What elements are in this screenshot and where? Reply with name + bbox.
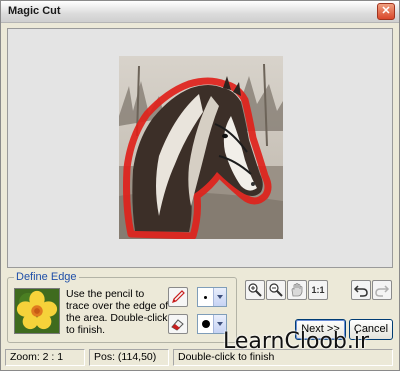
redo-button[interactable] — [372, 280, 392, 300]
define-edge-group: Define Edge Use the pencil to trace over… — [7, 271, 237, 343]
watermark-text: LearnCloob.ir — [223, 329, 369, 354]
pencil-icon — [172, 290, 185, 303]
close-icon: ✕ — [381, 5, 391, 17]
zoom-out-icon — [269, 283, 283, 297]
redo-icon — [375, 285, 390, 297]
zoom-out-button[interactable] — [266, 280, 286, 300]
instructions-text: Use the pencil to trace over the edge of… — [66, 288, 169, 336]
magic-cut-dialog: Magic Cut ✕ Define Edge Use the pencil t… — [0, 0, 400, 371]
actual-size-button[interactable]: 1:1 — [308, 280, 328, 300]
chevron-down-icon[interactable] — [213, 288, 226, 306]
large-dot-icon — [202, 320, 210, 328]
pencil-size-dropdown[interactable] — [197, 287, 227, 307]
undo-icon — [353, 285, 368, 297]
flower-thumbnail — [14, 288, 60, 334]
zoom-in-icon — [248, 283, 262, 297]
eraser-icon — [171, 319, 184, 331]
close-button[interactable]: ✕ — [377, 3, 395, 20]
title-bar[interactable]: Magic Cut ✕ — [1, 1, 399, 23]
pencil-tool-button[interactable] — [168, 287, 188, 307]
undo-button[interactable] — [351, 280, 371, 300]
window-title: Magic Cut — [8, 5, 61, 17]
horse-photo[interactable] — [119, 56, 283, 239]
define-edge-legend: Define Edge — [14, 271, 79, 283]
zoom-in-button[interactable] — [245, 280, 265, 300]
eraser-tool-button[interactable] — [168, 314, 188, 334]
pan-hand-button[interactable] — [287, 280, 307, 300]
hand-icon — [291, 283, 303, 297]
image-canvas[interactable] — [7, 28, 393, 268]
status-zoom: Zoom: 2 : 1 — [5, 349, 85, 366]
small-dot-icon — [204, 296, 207, 299]
status-position: Pos: (114,50) — [89, 349, 169, 366]
